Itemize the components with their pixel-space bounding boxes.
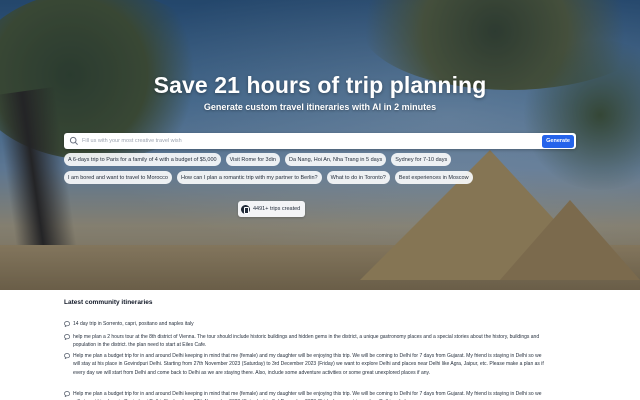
suggestion-chip[interactable]: Best experiences in Moscow: [394, 171, 473, 184]
chat-bubble-icon: [64, 353, 70, 359]
chat-bubble-icon: [64, 391, 70, 397]
itinerary-text: help me plan a 2 hours tour at the 8th d…: [73, 334, 540, 349]
itinerary-item[interactable]: Help me plan a budget trip for in and ar…: [64, 352, 544, 377]
suggestion-chip[interactable]: How can I plan a romantic trip with my p…: [176, 171, 322, 184]
suggestion-chip[interactable]: Visit Rome for 3din: [225, 153, 280, 166]
search-icon: [69, 136, 78, 145]
suggestion-chip[interactable]: I am bored and want to travel to Morocco: [64, 171, 172, 184]
itinerary-item[interactable]: help me plan a 2 hours tour at the 8th d…: [64, 333, 544, 350]
suggestion-chip[interactable]: A 6-days trip to Paris for a family of 4…: [64, 153, 221, 166]
chat-bubble-icon: [64, 334, 70, 340]
search-bar: Generate: [64, 133, 576, 149]
itinerary-text: Help me plan a budget trip for in and ar…: [73, 353, 544, 376]
itinerary-item[interactable]: 14 day trip in Sorrento, capri, positano…: [64, 320, 544, 328]
trips-created-count: 4491+ trips created: [253, 206, 301, 212]
section-title: Latest community itineraries: [64, 299, 153, 306]
itinerary-text: 14 day trip in Sorrento, capri, positano…: [73, 321, 194, 327]
chat-bubble-icon: [64, 321, 70, 327]
suggestion-chip[interactable]: Sydney for 7-10 days: [391, 153, 452, 166]
suggestion-chip[interactable]: Da Nang, Hoi An, Nha Trang in 5 days: [284, 153, 387, 166]
hero-title: Save 21 hours of trip planning: [153, 72, 487, 98]
trips-created-badge: 4491+ trips created: [238, 201, 306, 217]
map-icon: [241, 204, 250, 214]
generate-button[interactable]: Generate: [542, 134, 574, 148]
community-itineraries-section: Latest community itineraries 14 day trip…: [0, 290, 640, 400]
suggestion-chips-row-1: A 6-days trip to Paris for a family of 4…: [64, 153, 584, 166]
hero-content: Save 21 hours of trip planning Generate …: [0, 0, 640, 290]
suggestion-chips-row-2: I am bored and want to travel to Morocco…: [64, 171, 584, 184]
search-input[interactable]: [79, 134, 576, 148]
itinerary-text: Help me plan a budget trip for in and ar…: [73, 391, 542, 400]
suggestion-chip[interactable]: What to do in Toronto?: [326, 171, 390, 184]
hero-subtitle: Generate custom travel itineraries with …: [203, 102, 437, 112]
hero-section: Save 21 hours of trip planning Generate …: [0, 0, 640, 290]
itinerary-item[interactable]: Help me plan a budget trip for in and ar…: [64, 390, 544, 400]
